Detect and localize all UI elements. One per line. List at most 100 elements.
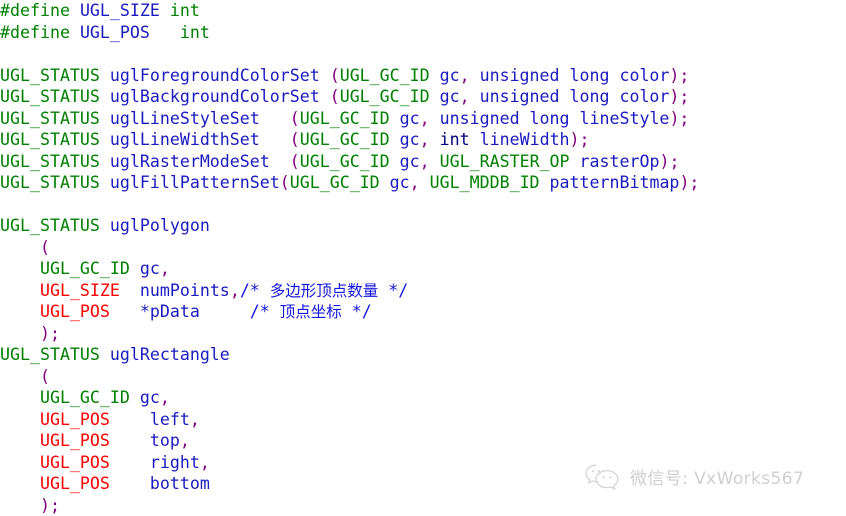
code-line: UGL_STATUS uglRectangle bbox=[0, 344, 846, 366]
code-token: UGL_GC_ID bbox=[299, 108, 390, 128]
code-token: ( bbox=[329, 87, 340, 106]
code-line: UGL_POS top, bbox=[0, 430, 846, 452]
code-token: *pData bbox=[109, 302, 200, 321]
code-line: UGL_STATUS uglFillPatternSet(UGL_GC_ID g… bbox=[0, 172, 846, 194]
code-token: uglLineWidthSet bbox=[109, 130, 260, 149]
code-token: bottom bbox=[109, 474, 210, 493]
code-line: UGL_POS *pData /* 顶点坐标 */ bbox=[0, 301, 846, 323]
code-token: UGL_MDDB_ID bbox=[429, 173, 540, 192]
code-line: UGL_STATUS uglPolygon bbox=[0, 215, 846, 237]
code-token: ( bbox=[289, 108, 300, 128]
code-token: gc bbox=[429, 87, 460, 106]
code-token: UGL_POS bbox=[79, 22, 150, 42]
code-token: gc bbox=[429, 65, 460, 85]
code-token: ); bbox=[569, 130, 590, 149]
code-line: UGL_STATUS uglLineStyleSet (UGL_GC_ID gc… bbox=[0, 108, 846, 130]
code-token: ); bbox=[39, 323, 60, 343]
code-token: unsigned long color bbox=[469, 65, 670, 85]
code-token: ); bbox=[669, 108, 690, 128]
code-token: , bbox=[419, 151, 430, 171]
code-token: lineWidth bbox=[469, 130, 570, 149]
code-token: patternBitmap bbox=[539, 173, 680, 192]
code-token: uglRasterModeSet bbox=[109, 151, 270, 171]
code-token: , bbox=[419, 130, 430, 149]
code-token: uglFillPatternSet bbox=[109, 173, 280, 192]
code-line: #define UGL_SIZE int bbox=[0, 0, 846, 22]
code-token: UGL_POS bbox=[39, 302, 110, 321]
code-line: UGL_POS right, bbox=[0, 452, 846, 474]
code-token: ( bbox=[329, 65, 340, 85]
code-token: , bbox=[409, 173, 420, 192]
code-token: ); bbox=[669, 65, 690, 85]
code-token: gc bbox=[389, 130, 420, 149]
code-token: , bbox=[159, 259, 170, 278]
code-token: #define bbox=[0, 1, 80, 20]
code-token: */ bbox=[341, 302, 372, 321]
code-line: UGL_STATUS uglBackgroundColorSet (UGL_GC… bbox=[0, 86, 846, 108]
code-token: ( bbox=[39, 366, 50, 386]
code-token: UGL_GC_ID bbox=[39, 388, 130, 407]
code-token: UGL_SIZE bbox=[39, 280, 120, 300]
code-token: gc bbox=[379, 173, 410, 192]
code-token: , bbox=[419, 108, 430, 128]
code-token: , bbox=[459, 87, 470, 106]
code-token: gc bbox=[389, 151, 420, 171]
code-token: gc bbox=[389, 108, 420, 128]
code-token: int bbox=[179, 22, 210, 42]
code-screenshot: #define UGL_SIZE int #define UGL_POS int … bbox=[0, 0, 846, 516]
code-token: UGL_STATUS bbox=[0, 130, 100, 149]
code-token: UGL_STATUS bbox=[0, 216, 100, 235]
code-line: UGL_SIZE numPoints,/* 多边形顶点数量 */ bbox=[0, 280, 846, 302]
code-token: /* bbox=[239, 280, 270, 300]
code-line: ); bbox=[0, 495, 846, 516]
code-token: UGL_RASTER_OP bbox=[439, 151, 570, 171]
code-token: unsigned long lineStyle bbox=[429, 108, 670, 128]
code-token: UGL_GC_ID bbox=[39, 259, 130, 278]
code-line: #define UGL_POS int bbox=[0, 22, 846, 44]
code-token: uglBackgroundColorSet bbox=[109, 87, 320, 106]
code-token: UGL_GC_ID bbox=[289, 173, 380, 192]
code-token: UGL_GC_ID bbox=[339, 87, 430, 106]
code-token: UGL_GC_ID bbox=[339, 65, 430, 85]
code-line: UGL_GC_ID gc, bbox=[0, 258, 846, 280]
code-token: numPoints bbox=[119, 280, 230, 300]
code-line: ); bbox=[0, 323, 846, 345]
code-token: 多边形顶点数量 bbox=[269, 281, 379, 300]
code-token: ); bbox=[669, 87, 690, 106]
code-token: , bbox=[189, 409, 200, 429]
code-token: /* bbox=[249, 302, 280, 321]
code-listing: #define UGL_SIZE int #define UGL_POS int … bbox=[0, 0, 846, 516]
code-line: ( bbox=[0, 366, 846, 388]
code-token: rasterOp bbox=[569, 151, 660, 171]
code-line: UGL_STATUS uglLineWidthSet (UGL_GC_ID gc… bbox=[0, 129, 846, 151]
code-line: UGL_STATUS uglRasterModeSet (UGL_GC_ID g… bbox=[0, 151, 846, 173]
code-token: UGL_POS bbox=[39, 409, 110, 429]
code-token: uglRectangle bbox=[109, 345, 230, 364]
code-token: unsigned long color bbox=[469, 87, 670, 106]
code-token: gc bbox=[129, 388, 160, 407]
code-token: UGL_STATUS bbox=[0, 345, 100, 364]
code-token: uglLineStyleSet bbox=[109, 108, 260, 128]
code-token: 顶点坐标 bbox=[279, 303, 342, 321]
code-token: ( bbox=[289, 151, 300, 171]
